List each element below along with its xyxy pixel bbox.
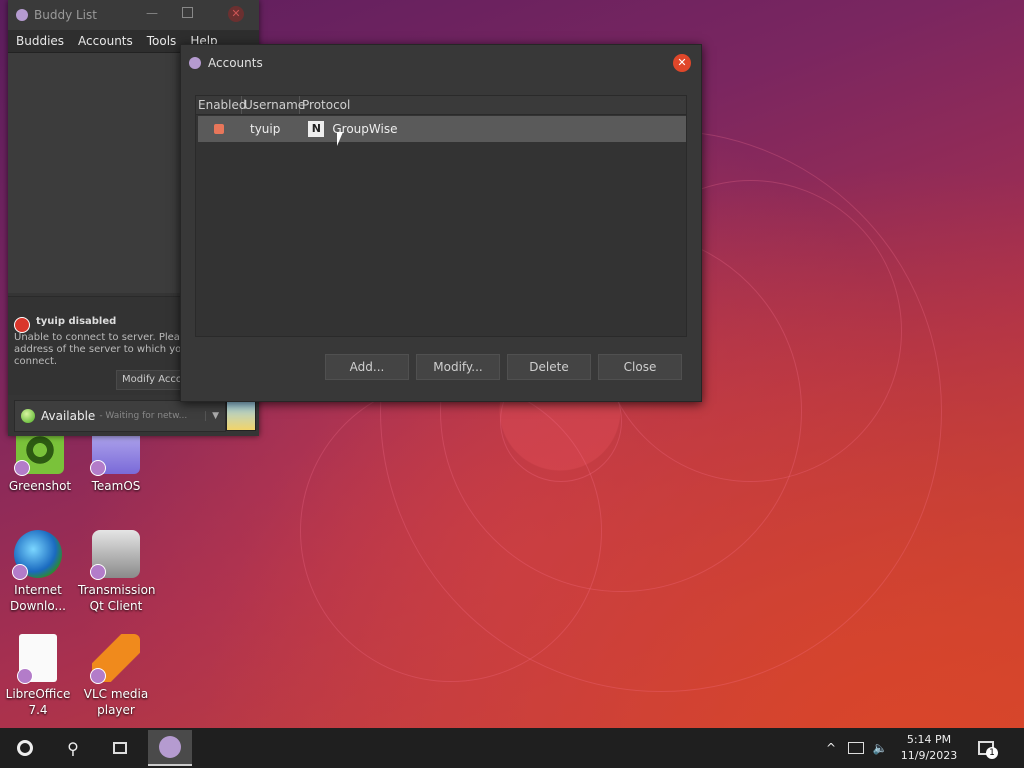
desktop-icon-label: Greenshot [8, 479, 72, 493]
menu-tools[interactable]: Tools [147, 34, 177, 48]
notice-line: address of the server to which you [14, 344, 188, 355]
menu-accounts[interactable]: Accounts [78, 34, 133, 48]
accounts-table: Enabled Username Protocol tyuip N GroupW… [195, 95, 687, 337]
buddy-list-titlebar[interactable]: Buddy List — ✕ [8, 0, 259, 30]
ubuntu-logo-icon [17, 740, 33, 756]
clock-date: 11/9/2023 [900, 749, 958, 762]
minimize-icon[interactable]: — [146, 6, 158, 20]
notification-badge: 1 [986, 747, 998, 759]
add-button[interactable]: Add... [325, 354, 409, 380]
enabled-checkbox[interactable] [214, 124, 224, 134]
window-title: Buddy List [34, 8, 97, 22]
show-hidden-icons[interactable]: ^ [822, 736, 840, 760]
task-view-button[interactable] [106, 736, 134, 760]
desktop-icon-label: TeamOS [91, 479, 141, 493]
buddy-icon-avatar[interactable] [226, 401, 256, 431]
search-button[interactable]: ⚲ [60, 736, 86, 760]
column-username[interactable]: Username [242, 96, 305, 114]
accounts-dialog: Accounts ✕ Enabled Username Protocol tyu… [180, 44, 702, 402]
desktop-icon-greenshot[interactable]: Greenshot [2, 426, 78, 494]
maximize-icon[interactable] [182, 7, 193, 18]
volume-tray[interactable]: 🔈 [870, 736, 890, 760]
table-header: Enabled Username Protocol [196, 96, 686, 115]
menu-buddies[interactable]: Buddies [16, 34, 64, 48]
taskbar: ⚲ ^ 🔈 5:14 PM 11/9/2023 1 [0, 728, 1024, 768]
dropdown-arrow-icon[interactable]: ▼ [205, 411, 219, 421]
globe-icon [12, 530, 62, 580]
pidgin-icon [16, 9, 28, 21]
desktop-icon-label: Transmission Qt Client [78, 583, 156, 613]
search-icon: ⚲ [67, 738, 79, 758]
status-selector[interactable]: Available - Waiting for netw... ▼ [14, 400, 226, 432]
chevron-up-icon: ^ [825, 741, 837, 755]
clock[interactable]: 5:14 PM 11/9/2023 [896, 732, 962, 764]
mouse-cursor-icon [337, 132, 343, 146]
close-button[interactable]: Close [598, 354, 682, 380]
desktop-icon-label: Internet Downlo... [10, 583, 66, 613]
close-icon[interactable]: ✕ [673, 54, 691, 72]
shortcut-arrow-icon [17, 668, 33, 684]
taskbar-pidgin[interactable] [148, 730, 192, 766]
shortcut-arrow-icon [90, 668, 106, 684]
delete-button[interactable]: Delete [507, 354, 591, 380]
close-icon[interactable]: ✕ [228, 6, 244, 22]
shortcut-arrow-icon [12, 564, 28, 580]
status-label: Available [41, 409, 96, 423]
pidgin-icon [189, 57, 201, 69]
modify-account-button[interactable]: Modify Acco [116, 370, 188, 390]
shortcut-arrow-icon [90, 564, 106, 580]
desktop-icon-label: VLC media player [83, 687, 149, 717]
notice-line: Unable to connect to server. Please [14, 332, 192, 343]
pidgin-icon [159, 736, 181, 758]
volume-muted-icon: 🔈 [872, 741, 888, 755]
desktop-icon-transmission[interactable]: Transmission Qt Client [78, 530, 156, 614]
network-disconnected-icon [848, 742, 864, 754]
desktop-icon-internet-download[interactable]: Internet Downlo... [0, 530, 76, 614]
table-row[interactable]: tyuip N GroupWise [198, 116, 686, 142]
desktop-icon-label: LibreOffice 7.4 [5, 687, 71, 717]
task-view-icon [113, 742, 127, 754]
column-protocol[interactable]: Protocol [300, 96, 685, 114]
modify-button[interactable]: Modify... [416, 354, 500, 380]
error-icon [14, 317, 30, 333]
network-tray[interactable] [846, 736, 866, 760]
desktop-icon-vlc[interactable]: VLC media player [78, 634, 154, 718]
notification-center[interactable]: 1 [974, 736, 998, 760]
groupwise-icon: N [308, 121, 325, 137]
vlc-cone-icon [90, 634, 140, 684]
row-username: tyuip [250, 122, 281, 136]
document-icon [17, 634, 57, 684]
shortcut-arrow-icon [90, 460, 106, 476]
clock-time: 5:14 PM [906, 733, 952, 746]
desktop-icon-teamos[interactable]: TeamOS [78, 426, 154, 494]
column-enabled[interactable]: Enabled [196, 96, 247, 114]
notification-icon: 1 [978, 741, 998, 759]
available-status-icon [21, 409, 35, 423]
start-button[interactable] [12, 736, 38, 760]
accounts-titlebar[interactable]: Accounts [181, 45, 701, 81]
transmission-icon [90, 530, 140, 580]
status-sub: - Waiting for netw... [99, 411, 188, 421]
shortcut-arrow-icon [14, 460, 30, 476]
notice-title: tyuip disabled [36, 316, 117, 327]
notice-line: connect. [14, 356, 58, 367]
desktop-icon-libreoffice[interactable]: LibreOffice 7.4 [0, 634, 76, 718]
dialog-title: Accounts [208, 56, 263, 70]
